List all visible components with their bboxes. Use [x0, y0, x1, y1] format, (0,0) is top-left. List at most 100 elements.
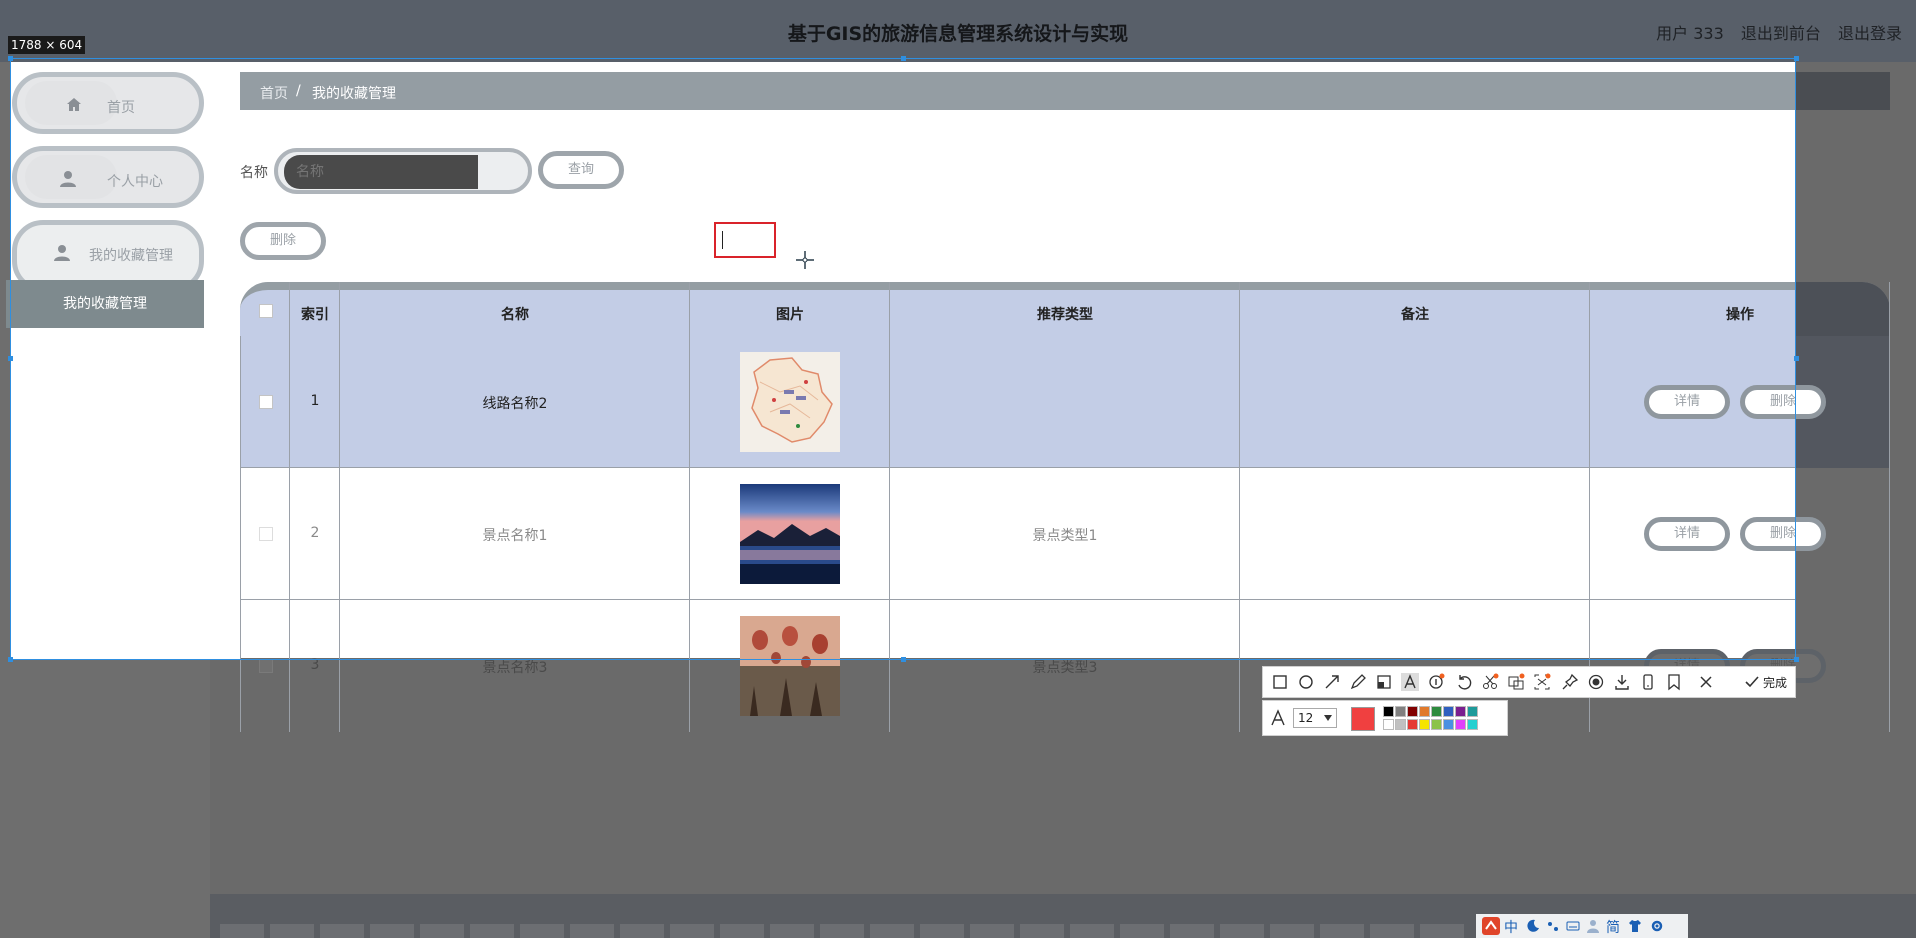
delete-button[interactable]: 删除: [240, 222, 326, 260]
moon-icon[interactable]: [1526, 919, 1540, 933]
row-delete-button[interactable]: 删除: [1740, 385, 1826, 419]
table-row[interactable]: 1 线路名称2 详情 删除: [240, 336, 1890, 468]
color-swatch[interactable]: [1455, 719, 1466, 730]
resize-handle[interactable]: [8, 356, 13, 361]
chevron-down-icon: [1324, 715, 1332, 721]
resize-handle[interactable]: [1794, 56, 1799, 61]
color-swatch[interactable]: [1419, 719, 1430, 730]
row-checkbox[interactable]: [259, 659, 273, 673]
row-checkbox[interactable]: [259, 395, 273, 409]
translate-icon[interactable]: [1533, 673, 1551, 691]
resize-handle[interactable]: [8, 657, 13, 662]
footer-block: [420, 924, 464, 938]
row-index: 2: [310, 525, 320, 541]
color-swatch[interactable]: [1467, 719, 1478, 730]
resize-handle[interactable]: [1794, 657, 1799, 662]
undo-icon[interactable]: [1455, 673, 1473, 691]
user-icon: [54, 245, 70, 261]
header-dim: [1796, 282, 1890, 336]
punctuation-icon[interactable]: [1546, 919, 1560, 933]
user-icon[interactable]: [1586, 919, 1600, 933]
detail-button[interactable]: 详情: [1644, 517, 1730, 551]
color-swatch[interactable]: [1443, 719, 1454, 730]
ime-lang[interactable]: 中: [1504, 917, 1518, 937]
color-swatch[interactable]: [1407, 706, 1418, 717]
check-icon[interactable]: [1743, 673, 1761, 691]
resize-handle[interactable]: [8, 56, 13, 61]
row-name: 景点名称3: [482, 660, 548, 676]
row-name: 线路名称2: [482, 396, 548, 412]
resize-handle[interactable]: [901, 56, 906, 61]
text-caret: [722, 231, 723, 249]
select-all-checkbox[interactable]: [259, 304, 273, 318]
detail-button[interactable]: 详情: [1644, 385, 1730, 419]
download-icon[interactable]: [1613, 673, 1631, 691]
color-swatch[interactable]: [1419, 706, 1430, 717]
text-annotation-box[interactable]: [714, 222, 776, 258]
footer-block: [1320, 924, 1364, 938]
color-swatch[interactable]: [1383, 706, 1394, 717]
resize-handle[interactable]: [901, 657, 906, 662]
color-swatch[interactable]: [1455, 706, 1466, 717]
shirt-icon[interactable]: [1628, 919, 1642, 933]
sidebar-item-profile[interactable]: 个人中心: [12, 146, 204, 208]
footer-block: [1270, 924, 1314, 938]
sidebar-item-home[interactable]: 首页: [12, 72, 204, 134]
gear-icon[interactable]: [1650, 919, 1664, 933]
row-type: 景点类型3: [1032, 660, 1098, 676]
route-map-image: [740, 352, 840, 452]
current-color-swatch[interactable]: [1351, 707, 1375, 731]
font-size-value: 12: [1298, 711, 1314, 725]
footer-block: [870, 924, 914, 938]
grid-line: [889, 282, 890, 732]
footer-block: [1020, 924, 1064, 938]
row-delete-button[interactable]: 删除: [1740, 517, 1826, 551]
ime-mode[interactable]: 简: [1606, 917, 1620, 937]
search-button[interactable]: 查询: [538, 151, 624, 189]
arrow-tool-icon[interactable]: [1323, 673, 1341, 691]
color-swatch[interactable]: [1383, 719, 1394, 730]
to-front-link[interactable]: 退出到前台: [1741, 24, 1821, 43]
crosshair-cursor-icon: [796, 251, 814, 269]
footer-block: [770, 924, 814, 938]
breadcrumb-home[interactable]: 首页: [260, 83, 288, 103]
phone-icon[interactable]: [1639, 673, 1657, 691]
row-type: 景点类型1: [1032, 528, 1098, 544]
font-size-select[interactable]: 12: [1293, 708, 1337, 728]
scissors-icon[interactable]: [1481, 673, 1499, 691]
row-checkbox[interactable]: [259, 527, 273, 541]
ocr-icon[interactable]: [1507, 673, 1525, 691]
text-tool-icon[interactable]: [1401, 673, 1419, 691]
mosaic-tool-icon[interactable]: [1375, 673, 1393, 691]
number-tool-icon[interactable]: [1427, 673, 1445, 691]
app-title: 基于GIS的旅游信息管理系统设计与实现: [787, 23, 1129, 45]
keyboard-icon[interactable]: [1566, 919, 1580, 933]
record-icon[interactable]: [1587, 673, 1605, 691]
resize-handle[interactable]: [1794, 356, 1799, 361]
color-swatch[interactable]: [1407, 719, 1418, 730]
color-swatch[interactable]: [1431, 706, 1442, 717]
pin-icon[interactable]: [1561, 673, 1579, 691]
footer-block: [270, 924, 314, 938]
rectangle-tool-icon[interactable]: [1271, 673, 1289, 691]
color-swatch[interactable]: [1395, 719, 1406, 730]
logout-link[interactable]: 退出登录: [1838, 24, 1902, 43]
close-icon[interactable]: [1697, 673, 1715, 691]
footer-block: [1420, 924, 1464, 938]
footer-block: [720, 924, 764, 938]
search-input[interactable]: [284, 155, 478, 189]
footer-block: [670, 924, 714, 938]
footer-block: [970, 924, 1014, 938]
done-button[interactable]: 完成: [1763, 674, 1787, 691]
color-swatch[interactable]: [1467, 706, 1478, 717]
bookmark-icon[interactable]: [1665, 673, 1683, 691]
table-row[interactable]: 2 景点名称1 景点类型1 详情 删除: [240, 468, 1890, 600]
lake-image: [740, 484, 840, 584]
footer-block: [570, 924, 614, 938]
ellipse-tool-icon[interactable]: [1297, 673, 1315, 691]
submenu-favorites[interactable]: 我的收藏管理: [6, 280, 204, 328]
color-swatch[interactable]: [1395, 706, 1406, 717]
color-swatch[interactable]: [1443, 706, 1454, 717]
pen-tool-icon[interactable]: [1349, 673, 1367, 691]
color-swatch[interactable]: [1431, 719, 1442, 730]
